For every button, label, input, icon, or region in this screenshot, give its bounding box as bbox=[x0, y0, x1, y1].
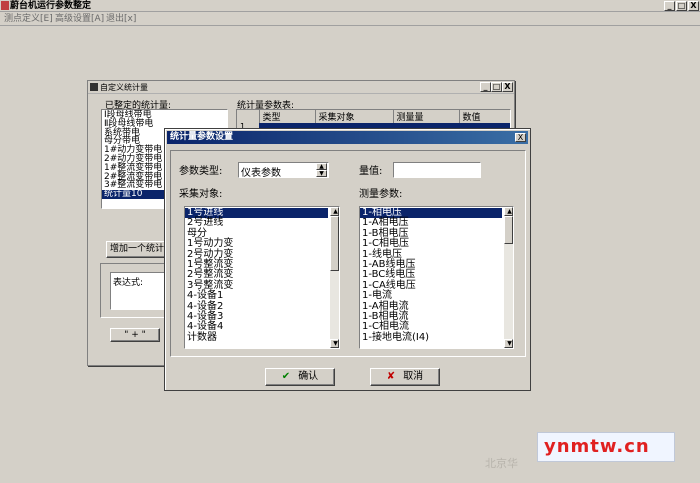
param-type-value: 仪表参数 bbox=[241, 168, 281, 179]
params-header-row: 类型 采集对象 测量量 数值 bbox=[237, 110, 510, 124]
watermark-logo: ynmtw.cn bbox=[537, 432, 675, 462]
window-minimize-button[interactable]: _ bbox=[480, 82, 491, 92]
dialog-close-button[interactable]: X bbox=[515, 133, 526, 142]
scroll-thumb[interactable] bbox=[330, 216, 339, 271]
value-input[interactable] bbox=[393, 162, 481, 178]
confirm-label: 确认 bbox=[298, 371, 319, 382]
menu-exit[interactable]: 退出[x] bbox=[106, 13, 136, 25]
watermark-brand: ynmtw.cn bbox=[544, 436, 650, 457]
list-item[interactable]: 1-接地电流(I4) bbox=[360, 332, 513, 343]
app-title-bar: 蔚台机运行参数整定 _ □ X bbox=[0, 0, 700, 12]
collect-object-list[interactable]: 1号进线 2号进线 母分 1号动力变 2号动力变 1号整流变 2号整流变 3号整… bbox=[184, 206, 340, 349]
maximize-button[interactable]: □ bbox=[676, 1, 687, 11]
params-table[interactable]: 类型 采集对象 测量量 数值 1 bbox=[236, 109, 511, 129]
window-close-button[interactable]: X bbox=[502, 82, 513, 92]
menu-point-definition[interactable]: 测点定义[E] bbox=[4, 13, 53, 25]
scroll-up-icon[interactable]: ▲ bbox=[504, 207, 513, 216]
measure-param-list[interactable]: 1-相电压 1-A相电压 1-B相电压 1-C相电压 1-线电压 1-AB线电压… bbox=[359, 206, 514, 349]
dialog-title: 统计量参数设置 bbox=[170, 132, 234, 142]
spin-up-icon[interactable]: ▲ bbox=[316, 163, 327, 170]
header-type[interactable]: 类型 bbox=[259, 110, 316, 124]
add-statistic-button[interactable]: 增加一个统计 bbox=[106, 241, 172, 258]
scroll-down-icon[interactable]: ▼ bbox=[504, 339, 513, 348]
checkmark-icon: ✔ bbox=[281, 371, 291, 382]
list-item[interactable]: 1-C相电压 bbox=[360, 238, 513, 249]
measure-param-label: 测量参数: bbox=[359, 189, 403, 200]
scroll-down-icon[interactable]: ▼ bbox=[330, 339, 339, 348]
header-value[interactable]: 数值 bbox=[459, 110, 510, 124]
app-icon bbox=[1, 1, 9, 10]
minimize-button[interactable]: _ bbox=[664, 1, 675, 11]
window-title-bar: 自定义统计量 _ □ X bbox=[88, 81, 514, 94]
list-item[interactable]: 2号进线 bbox=[185, 217, 339, 228]
scroll-up-icon[interactable]: ▲ bbox=[330, 207, 339, 216]
expression-group: 表达式: bbox=[100, 263, 169, 318]
dialog-panel: 参数类型: 仪表参数 ▲ ▼ 量值: 采集对象: 1号进线 2号进线 母分 1号… bbox=[170, 150, 526, 357]
faint-watermark-text: 北京华 bbox=[485, 457, 518, 470]
header-measure[interactable]: 测量量 bbox=[393, 110, 460, 124]
window-maximize-button[interactable]: □ bbox=[491, 82, 502, 92]
stat-param-dialog: 统计量参数设置 X 参数类型: 仪表参数 ▲ ▼ 量值: 采集对象: 1号进线 … bbox=[164, 128, 531, 391]
collect-scrollbar[interactable]: ▲ ▼ bbox=[330, 207, 339, 348]
list-item[interactable]: 1-电流 bbox=[360, 290, 513, 301]
plus-button[interactable]: " + " bbox=[110, 328, 160, 342]
value-label: 量值: bbox=[359, 166, 383, 177]
app-title: 蔚台机运行参数整定 bbox=[10, 1, 92, 11]
window-icon bbox=[90, 83, 98, 91]
menu-bar: 测点定义[E] 高级设置[A] 退出[x] bbox=[0, 12, 700, 26]
cancel-x-icon: ✘ bbox=[386, 371, 396, 382]
cancel-button[interactable]: ✘ 取消 bbox=[370, 368, 440, 386]
expression-label: 表达式: bbox=[113, 278, 144, 288]
measure-scrollbar[interactable]: ▲ ▼ bbox=[504, 207, 513, 348]
param-type-spinner[interactable]: 仪表参数 ▲ ▼ bbox=[238, 162, 329, 179]
spin-down-icon[interactable]: ▼ bbox=[316, 170, 327, 177]
confirm-button[interactable]: ✔ 确认 bbox=[265, 368, 335, 386]
window-title: 自定义统计量 bbox=[100, 83, 148, 92]
list-item[interactable]: 1号动力变 bbox=[185, 238, 339, 249]
dialog-title-bar: 统计量参数设置 X bbox=[167, 131, 528, 144]
collect-object-label: 采集对象: bbox=[179, 189, 223, 200]
list-item[interactable]: 计数器 bbox=[185, 332, 339, 343]
menu-advanced-settings[interactable]: 高级设置[A] bbox=[55, 13, 104, 25]
param-type-label: 参数类型: bbox=[179, 166, 223, 177]
expression-box[interactable]: 表达式: bbox=[110, 272, 169, 310]
header-collect-object[interactable]: 采集对象 bbox=[315, 110, 394, 124]
close-button[interactable]: X bbox=[688, 1, 699, 11]
list-item[interactable]: 4-设备1 bbox=[185, 290, 339, 301]
scroll-thumb[interactable] bbox=[504, 216, 513, 244]
cancel-label: 取消 bbox=[403, 371, 424, 382]
